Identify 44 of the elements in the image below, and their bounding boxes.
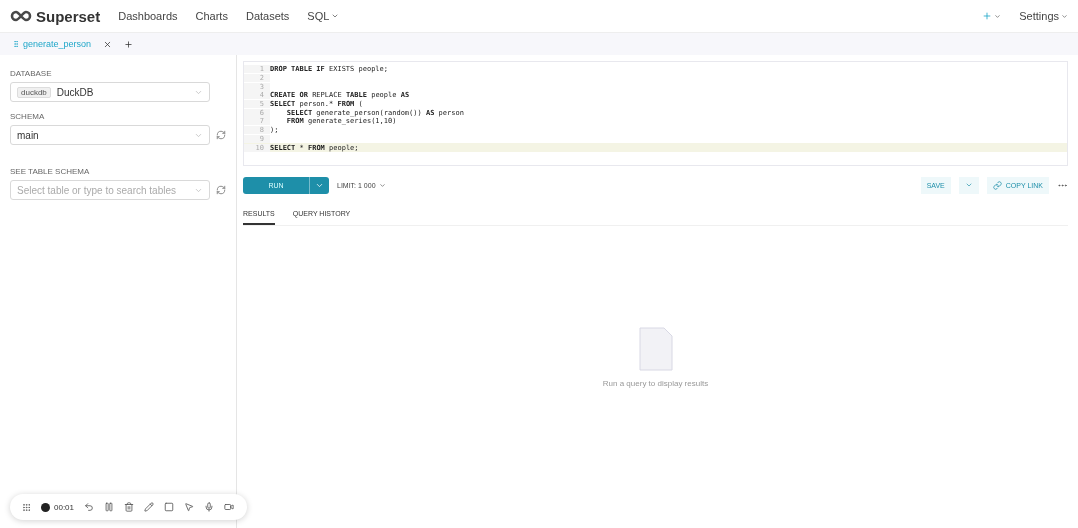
database-name: DuckDB [56,86,94,98]
field-label: DATABASE [10,69,53,78]
pause-icon[interactable] [104,502,115,512]
undo-icon[interactable] [84,502,95,512]
field-label: SCHEMA [10,112,46,121]
microphone-icon[interactable] [204,502,215,512]
database-select[interactable]: duckdb DuckDB [10,82,210,102]
caret-icon[interactable] [994,12,1002,20]
field-label: SEE TABLE SCHEMA [10,167,91,176]
pencil-icon[interactable] [144,502,155,512]
nav-link[interactable]: Dashboards [118,10,178,22]
settings-label[interactable]: Settings [1019,10,1059,22]
recording-time: 00:01 [54,502,75,512]
caret-icon[interactable] [378,181,386,189]
plus-icon[interactable] [982,11,993,21]
add-menu[interactable] [982,11,1002,21]
drag-handle-icon[interactable] [12,40,20,48]
trash-icon[interactable] [124,502,135,512]
brand-name: Superset [36,7,101,25]
grip-icon[interactable] [22,502,31,512]
database-tag: duckdb [17,86,51,98]
nav-link[interactable]: Datasets [245,10,290,22]
nav-link[interactable]: SQL [307,10,340,22]
empty-message: Run a query to display results [602,378,709,388]
table-placeholder: Select table or type to search tables [17,184,176,196]
link-icon[interactable] [992,180,1002,190]
schema-value: main [17,129,39,141]
document-icon [638,326,673,371]
close-icon[interactable] [103,39,113,49]
record-icon[interactable] [41,502,50,512]
pointer-icon[interactable] [184,502,195,512]
settings-menu[interactable]: Settings [1019,10,1068,22]
refresh-icon[interactable] [216,185,226,195]
add-tab-icon[interactable] [124,39,134,49]
infinity-logo-icon [10,10,32,22]
square-icon[interactable] [164,502,175,512]
caret-icon[interactable] [331,12,340,20]
nav-link[interactable]: Charts [195,10,228,22]
caret-icon[interactable] [1061,12,1068,20]
superset-logo[interactable]: Superset [10,7,101,25]
refresh-icon[interactable] [216,130,226,140]
schema-select[interactable]: main [10,125,210,145]
video-icon[interactable] [224,502,235,512]
caret-icon[interactable] [964,181,973,189]
